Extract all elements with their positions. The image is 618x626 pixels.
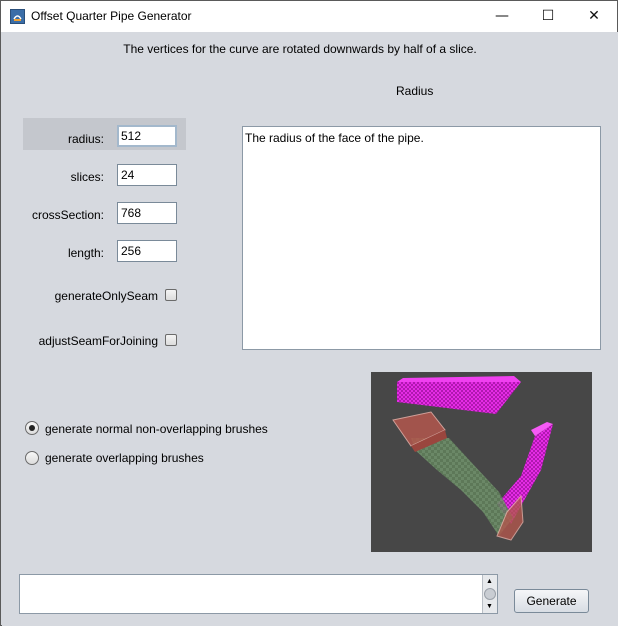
cross-section-input[interactable] bbox=[117, 202, 177, 224]
help-text-area[interactable]: The radius of the face of the pipe. bbox=[242, 126, 601, 350]
slices-input[interactable] bbox=[117, 164, 177, 186]
slices-label: slices: bbox=[70, 170, 104, 184]
scroll-down-icon[interactable]: ▼ bbox=[486, 603, 493, 610]
adjust-seam-label: adjustSeamForJoining bbox=[38, 334, 158, 348]
app-window: Offset Quarter Pipe Generator — ☐ ✕ The … bbox=[0, 0, 618, 626]
help-text: The radius of the face of the pipe. bbox=[245, 131, 424, 145]
title-bar: Offset Quarter Pipe Generator — ☐ ✕ bbox=[1, 1, 617, 32]
length-label: length: bbox=[67, 246, 104, 260]
close-button[interactable]: ✕ bbox=[571, 1, 617, 32]
radius-input[interactable] bbox=[117, 125, 177, 147]
scroll-thumb[interactable] bbox=[484, 588, 496, 600]
output-text-area[interactable]: ▲ ▼ bbox=[19, 574, 498, 614]
main-panel: The vertices for the curve are rotated d… bbox=[2, 32, 618, 626]
maximize-icon: ☐ bbox=[541, 8, 555, 24]
radio-non-overlapping[interactable] bbox=[25, 421, 39, 435]
brush-preview-image bbox=[371, 372, 592, 552]
maximize-button[interactable]: ☐ bbox=[525, 1, 571, 32]
minimize-icon: — bbox=[495, 8, 509, 24]
adjust-seam-checkbox[interactable] bbox=[165, 334, 177, 346]
radio-overlapping-label[interactable]: generate overlapping brushes bbox=[45, 451, 204, 465]
cross-section-label: crossSection: bbox=[31, 208, 104, 222]
radio-overlapping[interactable] bbox=[25, 451, 39, 465]
window-title: Offset Quarter Pipe Generator bbox=[31, 9, 192, 23]
generate-button[interactable]: Generate bbox=[514, 589, 589, 613]
radius-label: radius: bbox=[67, 132, 104, 146]
output-scrollbar[interactable]: ▲ ▼ bbox=[482, 575, 497, 613]
length-input[interactable] bbox=[117, 240, 177, 262]
generate-only-seam-label: generateOnlySeam bbox=[54, 289, 158, 303]
minimize-button[interactable]: — bbox=[479, 1, 525, 32]
java-app-icon bbox=[10, 9, 25, 24]
help-heading: Radius bbox=[396, 84, 434, 98]
generate-only-seam-checkbox[interactable] bbox=[165, 289, 177, 301]
radio-non-overlapping-label[interactable]: generate normal non-overlapping brushes bbox=[45, 422, 268, 436]
radio-selected-dot bbox=[29, 425, 35, 431]
close-icon: ✕ bbox=[588, 8, 600, 24]
scroll-up-icon[interactable]: ▲ bbox=[486, 578, 493, 585]
description-label: The vertices for the curve are rotated d… bbox=[123, 42, 477, 56]
